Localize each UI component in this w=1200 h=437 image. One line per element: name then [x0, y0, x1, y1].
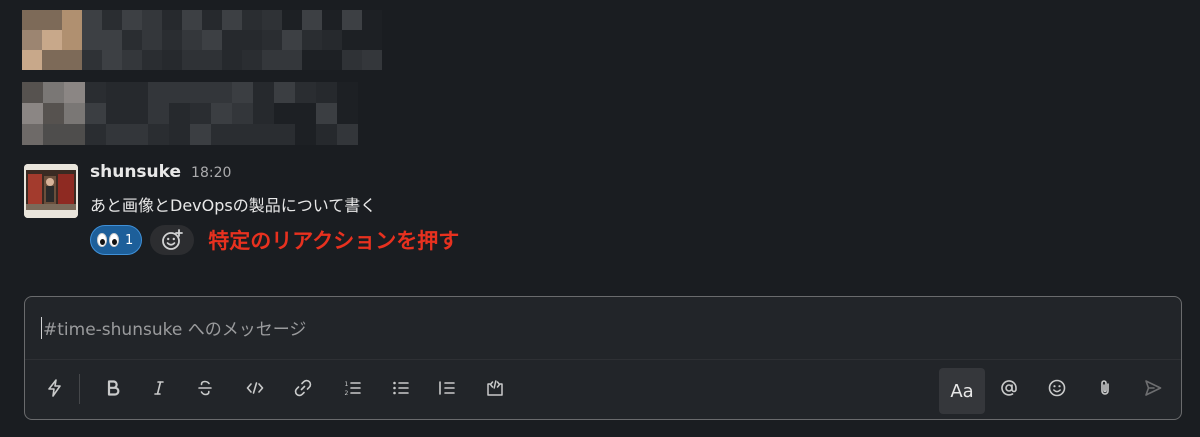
attach-file-button[interactable] [1087, 368, 1123, 408]
shortcuts-button[interactable] [37, 368, 73, 408]
strikethrough-button[interactable] [187, 368, 223, 408]
send-button[interactable] [1135, 368, 1171, 408]
eyes-icon [97, 233, 119, 247]
svg-text:2: 2 [345, 390, 349, 397]
bold-icon [107, 380, 120, 396]
attachment-icon [1101, 380, 1109, 395]
send-icon [1145, 380, 1162, 396]
ordered-list-icon: 12 [345, 381, 361, 397]
reaction-eyes[interactable]: 1 [90, 225, 143, 255]
message-input[interactable]: #time-shunsuke へのメッセージ [41, 315, 306, 340]
ordered-list-button[interactable]: 12 [335, 368, 371, 408]
italic-button[interactable] [141, 368, 177, 408]
avatar[interactable] [24, 164, 78, 218]
formatting-toggle-button[interactable]: Aa [939, 368, 985, 414]
code-icon [246, 382, 264, 394]
username[interactable]: shunsuke [90, 162, 181, 182]
lightning-icon [48, 379, 61, 397]
toolbar-divider [79, 374, 80, 404]
strikethrough-icon [198, 380, 212, 396]
blurred-message [22, 10, 382, 78]
message-input-placeholder: #time-shunsuke へのメッセージ [43, 320, 307, 340]
link-button[interactable] [285, 368, 321, 408]
add-emoji-icon [162, 229, 184, 250]
add-reaction-button[interactable] [150, 225, 195, 255]
bullet-list-icon [393, 381, 409, 395]
text-caret [41, 316, 42, 339]
code-block-button[interactable] [477, 368, 513, 408]
message-composer[interactable]: #time-shunsuke へのメッセージ 12 Aa [24, 296, 1182, 420]
blockquote-icon [439, 381, 455, 395]
bullet-list-button[interactable] [383, 368, 419, 408]
bold-button[interactable] [95, 368, 131, 408]
code-button[interactable] [237, 368, 273, 408]
blockquote-button[interactable] [429, 368, 465, 408]
message-text: あと画像とDevOpsの製品について書く [90, 196, 377, 215]
emoji-button[interactable] [1039, 368, 1075, 408]
timestamp[interactable]: 18:20 [191, 165, 231, 181]
emoji-icon [1048, 379, 1066, 397]
message: shunsuke 18:20 あと画像とDevOpsの製品について書く 1 特定… [24, 162, 1180, 272]
mention-button[interactable] [991, 368, 1027, 408]
mention-icon [1001, 380, 1017, 396]
blurred-message [22, 82, 358, 152]
formatting-toolbar: 12 Aa [25, 359, 1181, 420]
code-block-icon [487, 380, 503, 396]
svg-text:1: 1 [345, 381, 349, 388]
annotation-label: 特定のリアクションを押す [208, 229, 460, 253]
reaction-count: 1 [125, 232, 134, 248]
italic-icon [154, 381, 164, 395]
link-icon [294, 379, 312, 397]
